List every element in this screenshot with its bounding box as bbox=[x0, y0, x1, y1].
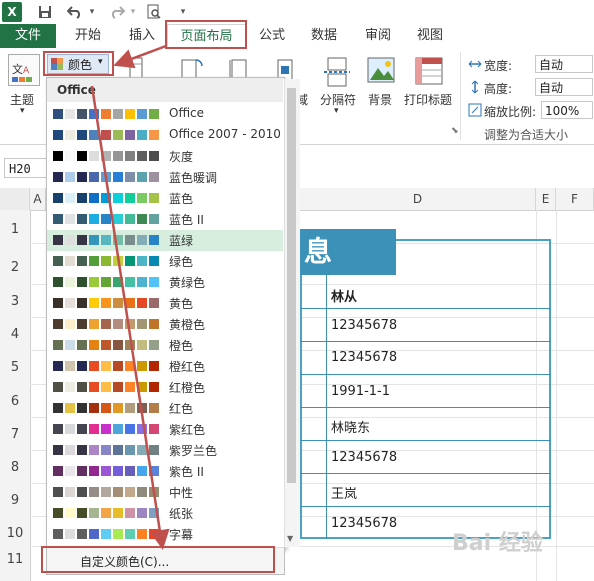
baidu-watermark: Bai 经验 bbox=[452, 531, 543, 556]
arrow-to-custom bbox=[90, 85, 170, 550]
annotation-arrows bbox=[90, 44, 170, 550]
arrow-to-colors bbox=[113, 44, 167, 69]
